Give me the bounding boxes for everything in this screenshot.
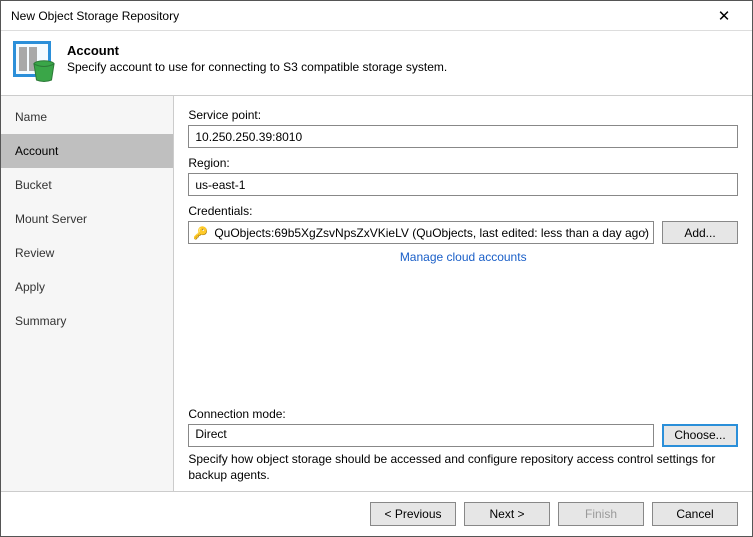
service-point-input[interactable] xyxy=(188,125,738,148)
step-mount-server[interactable]: Mount Server xyxy=(1,202,173,236)
wizard-window: New Object Storage Repository ✕ Account … xyxy=(0,0,753,537)
wizard-footer: < Previous Next > Finish Cancel xyxy=(1,491,752,536)
window-title: New Object Storage Repository xyxy=(11,9,704,23)
credentials-dropdown[interactable]: 🔑 QuObjects:69b5XgZsvNpsZxVKieLV (QuObje… xyxy=(188,221,654,244)
key-icon: 🔑 xyxy=(193,226,208,240)
region-input[interactable] xyxy=(188,173,738,196)
credentials-label: Credentials: xyxy=(188,204,738,218)
chevron-down-icon: ⌄ xyxy=(641,225,649,236)
add-credentials-button[interactable]: Add... xyxy=(662,221,738,244)
step-account[interactable]: Account xyxy=(1,134,173,168)
step-summary[interactable]: Summary xyxy=(1,304,173,338)
wizard-body: Name Account Bucket Mount Server Review … xyxy=(1,95,752,491)
next-button[interactable]: Next > xyxy=(464,502,550,526)
service-point-label: Service point: xyxy=(188,108,738,122)
step-bucket[interactable]: Bucket xyxy=(1,168,173,202)
header-title: Account xyxy=(67,43,740,58)
credentials-field: Credentials: 🔑 QuObjects:69b5XgZsvNpsZxV… xyxy=(188,204,738,264)
main-panel: Service point: Region: Credentials: 🔑 Qu… xyxy=(174,96,752,491)
service-point-field: Service point: xyxy=(188,108,738,148)
region-label: Region: xyxy=(188,156,738,170)
wizard-header: Account Specify account to use for conne… xyxy=(1,31,752,95)
close-icon[interactable]: ✕ xyxy=(704,7,744,25)
choose-connection-button[interactable]: Choose... xyxy=(662,424,738,447)
finish-button: Finish xyxy=(558,502,644,526)
connection-mode-label: Connection mode: xyxy=(188,407,738,421)
region-field: Region: xyxy=(188,156,738,196)
step-name[interactable]: Name xyxy=(1,100,173,134)
object-storage-icon xyxy=(13,41,55,83)
manage-cloud-accounts-link[interactable]: Manage cloud accounts xyxy=(400,250,527,264)
connection-mode-field: Connection mode: Direct Choose... Specif… xyxy=(188,407,738,483)
connection-mode-value: Direct xyxy=(188,424,654,447)
connection-mode-hint: Specify how object storage should be acc… xyxy=(188,451,738,483)
cancel-button[interactable]: Cancel xyxy=(652,502,738,526)
wizard-steps: Name Account Bucket Mount Server Review … xyxy=(1,96,174,491)
credentials-selected: QuObjects:69b5XgZsvNpsZxVKieLV (QuObject… xyxy=(214,226,649,240)
header-subtitle: Specify account to use for connecting to… xyxy=(67,60,740,74)
step-review[interactable]: Review xyxy=(1,236,173,270)
step-apply[interactable]: Apply xyxy=(1,270,173,304)
titlebar: New Object Storage Repository ✕ xyxy=(1,1,752,31)
previous-button[interactable]: < Previous xyxy=(370,502,456,526)
